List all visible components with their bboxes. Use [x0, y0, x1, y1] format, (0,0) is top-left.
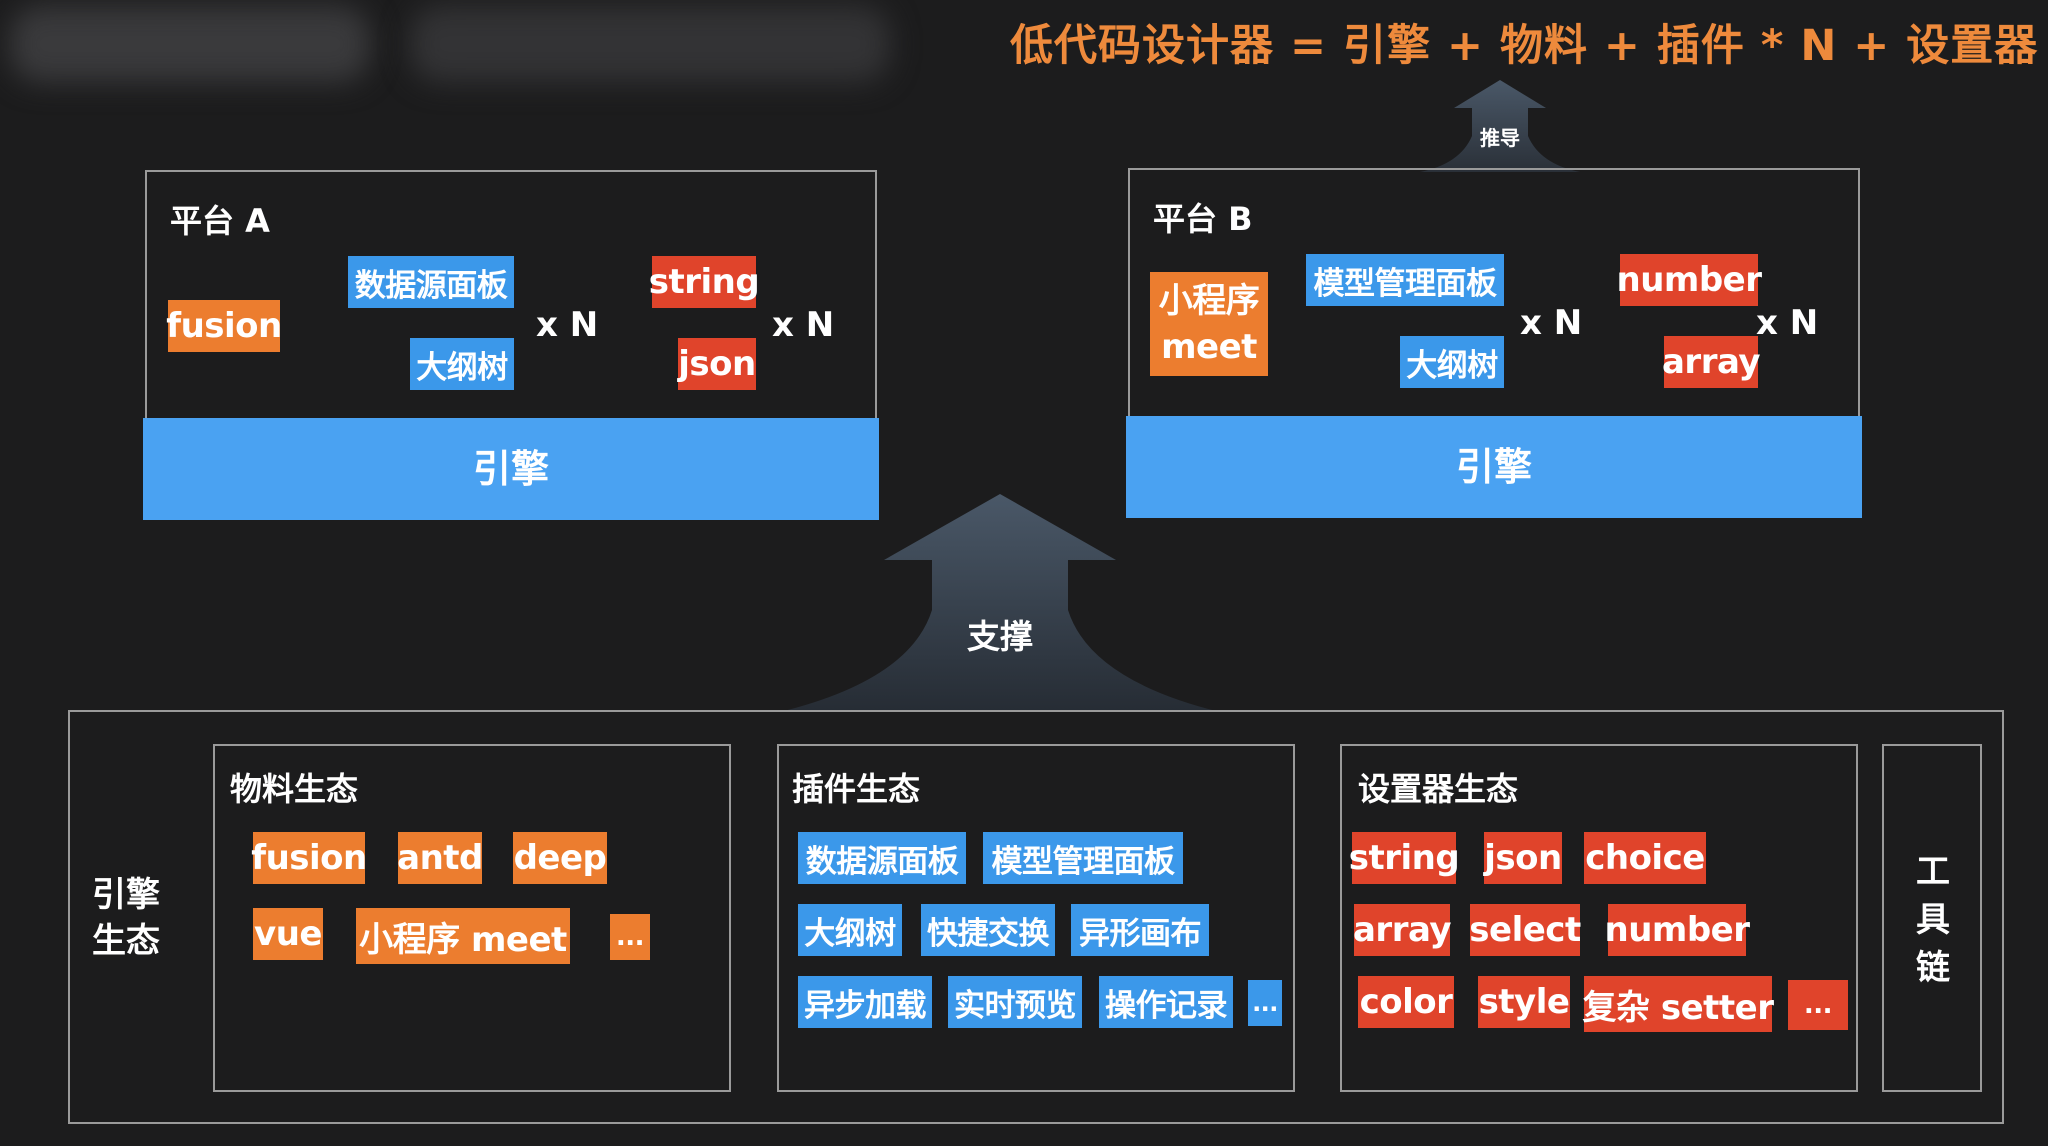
setter-chip-string: string	[1349, 832, 1460, 884]
platform-b-setter-number: number	[1617, 254, 1762, 306]
derive-label: 推导	[1480, 126, 1520, 150]
setter-chip-select: select	[1469, 904, 1581, 956]
plugin-chip-shaped-canvas: 异形画布	[1071, 904, 1209, 956]
platform-b-setters-multiplier: x N	[1756, 303, 1819, 343]
materials-ecosystem-title: 物料生态	[230, 770, 359, 808]
platform-b-material-line1: 小程序	[1158, 281, 1260, 321]
toolchain-char-3: 链	[1916, 948, 1950, 988]
material-chip-more: ...	[610, 914, 650, 960]
platform-b-plugin-model: 模型管理面板	[1306, 254, 1504, 306]
plugin-chip-more: ...	[1248, 980, 1282, 1026]
material-chip-fusion: fusion	[251, 832, 367, 884]
platform-a-setters-multiplier: x N	[772, 305, 835, 345]
material-chip-deep: deep	[513, 832, 607, 884]
plugin-chip-quick-swap: 快捷交换	[921, 904, 1055, 956]
plugin-chip-live-preview: 实时预览	[948, 976, 1082, 1028]
setter-chip-complex: 复杂 setter	[1583, 976, 1774, 1032]
setter-chip-array: array	[1353, 904, 1452, 956]
plugin-chip-model: 模型管理面板	[983, 832, 1183, 884]
platform-b-title: 平台 B	[1153, 200, 1253, 238]
engine-ecosystem-label-line2: 生态	[92, 921, 160, 961]
platform-b-material-meet: 小程序 meet	[1150, 272, 1268, 376]
support-arrow	[780, 494, 1220, 712]
plugin-chip-datasource: 数据源面板	[798, 832, 966, 884]
platform-b-plugin-outline: 大纲树	[1400, 336, 1504, 388]
support-label: 支撑	[967, 617, 1033, 656]
platform-b-material-line2: meet	[1161, 327, 1257, 367]
toolchain-label: 工 具 链	[1913, 848, 1953, 992]
platform-b-setter-array: array	[1662, 336, 1761, 388]
plugin-chip-async-load: 异步加载	[798, 976, 932, 1028]
formula-title: 低代码设计器 = 引擎 + 物料 + 插件 * N + 设置器 *	[1010, 21, 2048, 71]
platform-a-material-fusion: fusion	[166, 300, 282, 352]
platform-a-title: 平台 A	[170, 202, 270, 240]
setter-chip-color: color	[1358, 976, 1454, 1028]
platform-a-setter-json: json	[678, 338, 756, 390]
setter-chip-choice: choice	[1584, 832, 1706, 884]
plugin-chip-outline: 大纲树	[798, 904, 902, 956]
platform-a-plugin-outline: 大纲树	[410, 338, 514, 390]
toolchain-char-2: 具	[1916, 900, 1950, 940]
platform-a-plugins-multiplier: x N	[536, 305, 599, 345]
setter-chip-more: ...	[1788, 980, 1848, 1030]
engine-ecosystem-label-line1: 引擎	[92, 875, 160, 915]
material-chip-meet: 小程序 meet	[356, 908, 570, 964]
material-chip-antd: antd	[397, 832, 483, 884]
engine-ecosystem-label: 引擎 生态	[88, 872, 164, 964]
platform-b-plugins-multiplier: x N	[1520, 303, 1583, 343]
setter-chip-json: json	[1484, 832, 1562, 884]
platform-a-setter-string: string	[649, 256, 760, 308]
toolchain-char-1: 工	[1916, 852, 1950, 892]
setter-chip-number: number	[1605, 904, 1750, 956]
plugins-ecosystem-title: 插件生态	[792, 770, 921, 808]
platform-b-engine: 引擎	[1126, 416, 1862, 518]
blurred-header-left	[10, 6, 370, 82]
plugin-chip-history: 操作记录	[1099, 976, 1233, 1028]
platform-a-plugin-datasource: 数据源面板	[348, 256, 514, 308]
setter-chip-style: style	[1478, 976, 1570, 1028]
setters-ecosystem-title: 设置器生态	[1358, 770, 1519, 808]
blurred-header-right	[410, 6, 890, 82]
platform-a-engine: 引擎	[143, 418, 879, 520]
material-chip-vue: vue	[253, 908, 323, 960]
